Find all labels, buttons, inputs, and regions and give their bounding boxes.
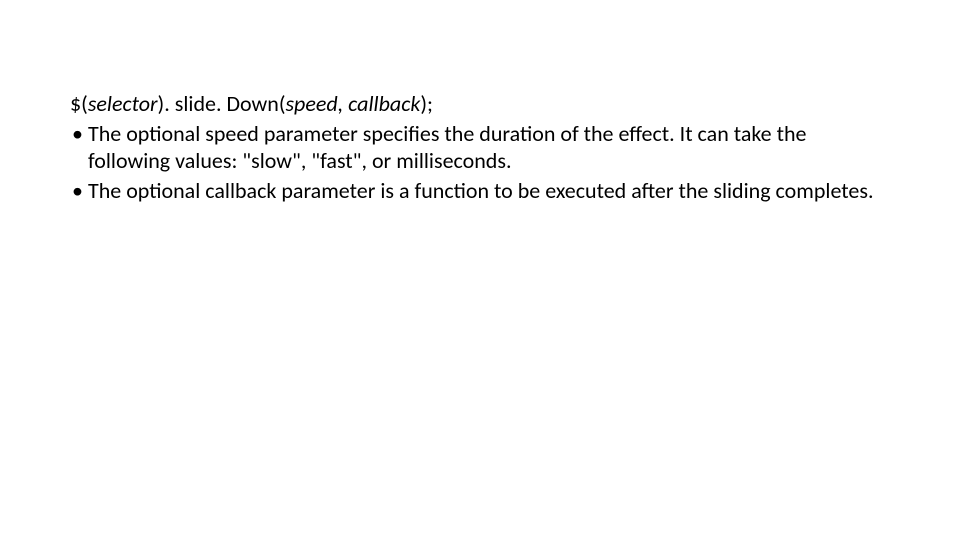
syntax-text-3: );	[420, 90, 433, 117]
bullet-icon: •	[70, 120, 88, 148]
syntax-line: $(selector). slide. Down(speed, callback…	[70, 90, 890, 118]
syntax-selector: selector	[88, 90, 158, 117]
bullet-text: The optional speed parameter specifies t…	[88, 120, 890, 175]
syntax-text-2: ). slide. Down(	[158, 90, 286, 117]
bullet-icon: •	[70, 177, 88, 205]
syntax-params: speed, callback	[286, 90, 421, 117]
syntax-text-1: $(	[70, 90, 88, 117]
bullet-text: The optional callback parameter is a fun…	[88, 177, 890, 205]
bullet-item: • The optional speed parameter specifies…	[70, 120, 890, 175]
bullet-item: • The optional callback parameter is a f…	[70, 177, 890, 205]
